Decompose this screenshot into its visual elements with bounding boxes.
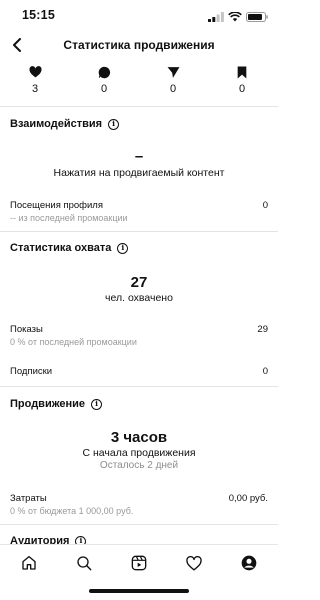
shares-stat: 0 <box>153 64 193 95</box>
likes-count: 3 <box>31 83 39 95</box>
status-icons <box>208 9 268 27</box>
profile-icon[interactable] <box>238 552 260 574</box>
page-title: Статистика продвижения <box>63 38 215 52</box>
status-time: 15:15 <box>22 8 55 22</box>
status-bar: 15:15 <box>0 0 278 28</box>
shares-count: 0 <box>169 83 177 95</box>
search-icon[interactable] <box>73 552 95 574</box>
saves-count: 0 <box>238 83 246 95</box>
saves-stat: 0 <box>222 64 262 95</box>
profile-visits-sub: -- из последней промоакции <box>10 213 128 223</box>
spend-row: Затраты 0,00 руб. 0 % от бюджета 1 000,0… <box>10 493 268 516</box>
promotion-duration: 3 часов <box>110 429 168 446</box>
likes-stat: 3 <box>15 64 55 95</box>
promotion-label: С начала продвижения <box>82 447 196 459</box>
promotion-section-title: Продвижение i <box>10 398 103 410</box>
profile-visits-label: Посещения профиля <box>10 200 103 211</box>
nav-header: Статистика продвижения <box>0 30 278 60</box>
info-icon[interactable]: i <box>117 242 129 254</box>
promotion-title: Продвижение <box>10 398 86 410</box>
signal-icon <box>208 9 224 27</box>
heart-icon <box>15 64 55 80</box>
reach-section-title: Статистика охвата i <box>10 242 129 254</box>
battery-icon <box>246 9 268 27</box>
divider <box>0 386 278 387</box>
home-icon[interactable] <box>18 552 40 574</box>
interactions-section-title: Взаимодействия i <box>10 118 120 130</box>
wifi-icon <box>228 9 242 27</box>
promotion-remaining: Осталось 2 дней <box>99 460 179 471</box>
reach-title: Статистика охвата <box>10 242 112 254</box>
interactions-title: Взаимодействия <box>10 118 103 130</box>
follows-value: 0 <box>262 366 268 377</box>
spend-sub: 0 % от бюджета 1 000,00 руб. <box>10 506 134 516</box>
engagement-stats: 3 0 0 0 <box>0 64 278 98</box>
divider <box>0 524 278 525</box>
info-icon[interactable]: i <box>108 118 120 130</box>
comment-icon <box>84 64 124 80</box>
reels-icon[interactable] <box>128 552 150 574</box>
follows-label: Подписки <box>10 366 53 377</box>
interactions-value: – <box>134 148 144 165</box>
bookmark-icon <box>222 64 262 80</box>
reach-value: 27 <box>130 274 148 291</box>
info-icon[interactable]: i <box>91 398 103 410</box>
impressions-row: Показы 29 0 % от последней промоакции <box>10 324 268 347</box>
follows-row: Подписки 0 <box>10 366 268 377</box>
home-indicator <box>89 589 189 593</box>
divider <box>0 106 278 107</box>
interactions-label: Нажатия на продвигаемый контент <box>53 167 225 179</box>
profile-visits-value: 0 <box>262 200 268 211</box>
reach-label: чел. охвачено <box>105 292 173 304</box>
divider <box>0 231 278 232</box>
bottom-tab-bar <box>0 544 278 580</box>
impressions-sub: 0 % от последней промоакции <box>10 337 137 347</box>
comments-count: 0 <box>100 83 108 95</box>
profile-visits-row: Посещения профиля 0 -- из последней пром… <box>10 200 268 223</box>
comments-stat: 0 <box>84 64 124 95</box>
impressions-label: Показы <box>10 324 43 335</box>
spend-value: 0,00 руб. <box>228 493 268 504</box>
heart-icon[interactable] <box>183 552 205 574</box>
impressions-value: 29 <box>257 324 268 335</box>
send-icon <box>153 64 193 80</box>
